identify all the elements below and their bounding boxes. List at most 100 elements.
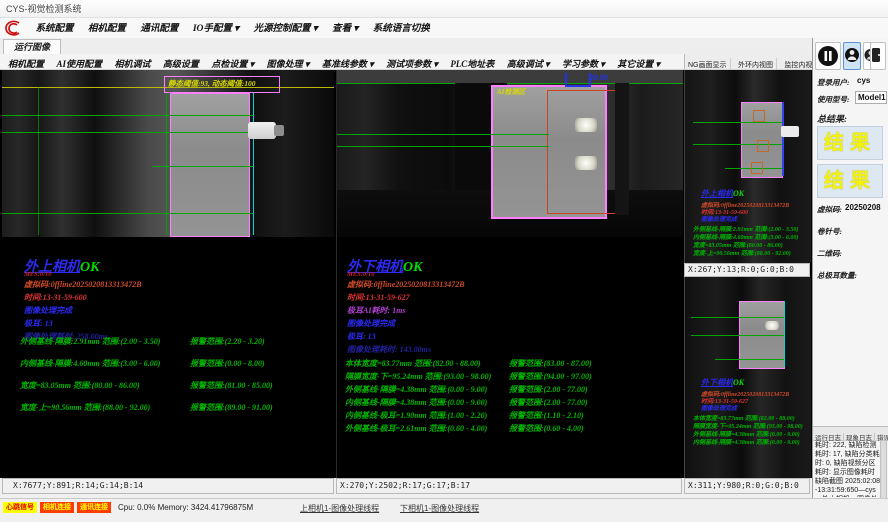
preview-view-bottom[interactable]: 外下相机OK 虚拟码:0ffline2025020813313472B 时间:1… (684, 277, 811, 478)
defect-marker-box (757, 140, 769, 152)
tool-other-settings[interactable]: 其它设置 ▾ (617, 56, 660, 70)
camera-mid-mes: MES:0/10 (347, 271, 374, 278)
login-user-value: cys (857, 76, 870, 85)
menu-language-switch[interactable]: 系统语言切换 (373, 19, 430, 39)
camera-left-time: 时间:13-31-59-600 (24, 292, 87, 303)
preview-tab-strip: NG画面显示 外环内视图 监控内视图 (684, 54, 812, 70)
result-indicator-upper: 结果 (817, 126, 883, 160)
camera-mid-proc-time: 图像处理耗时: 143.00ms (347, 344, 431, 355)
preview-bottom-measure: 内侧基线-隔膜=4.38mm 范围:(0.00 - 9.00) (693, 437, 800, 446)
preview-top-image: 外上相机OK 虚拟码:0ffline2025020813313472B 时间:1… (685, 70, 811, 263)
green-guide-line (152, 166, 253, 167)
preview-top-name: 外上相机 (701, 189, 733, 198)
thread-up-status[interactable]: 上相机1-图像处理线程 (300, 503, 379, 514)
caliper-marker (565, 73, 591, 87)
window-statusbar: 心跳信号 相机连接 通讯连接 Cpu: 0.0% Memory: 3424.41… (0, 498, 888, 517)
green-guide-line (2, 132, 253, 133)
thread-down-status[interactable]: 下相机1-图像处理线程 (400, 503, 479, 514)
tool-image-process[interactable]: 图像处理 ▾ (267, 56, 310, 70)
machine-block (252, 70, 334, 237)
preview-top-title: 外上相机OK (701, 188, 744, 199)
pin-number-label: 卷针号: (817, 226, 842, 237)
alarm-range: 报警范围:(1.10 - 2.10) (509, 410, 584, 421)
measurement-row: 内侧基线-极耳=1.90mm 范围:(1.00 - 2.20) (345, 410, 487, 421)
tool-advanced-settings[interactable]: 高级设置 (163, 56, 199, 70)
tool-learn-params[interactable]: 学习参数 ▾ (562, 56, 605, 70)
alarm-range: 报警范围:(2.20 - 3.20) (190, 336, 265, 347)
tool-advanced-debug[interactable]: 高级调试 ▾ (507, 56, 550, 70)
camera-mid-done: 图像处理完成 (347, 318, 395, 329)
ai-detect-roi-box (547, 90, 617, 214)
preview-top-measure: 宽度-上=90.56mm 范围:(88.00 - 92.00) (693, 248, 791, 257)
tool-ai-config[interactable]: AI使用配置 (56, 56, 102, 70)
model-label: 使用型号: (817, 94, 850, 105)
menu-io-config[interactable]: IO手配置 ▾ (193, 19, 239, 39)
login-user-button[interactable] (843, 42, 861, 70)
measurement-row: 宽度-上=90.56mm 范围:(88.00 - 92.00) (20, 402, 150, 413)
camera-view-left[interactable]: 静态阈值:93, 动态阈值:100 外上相机OK MES:0/10 虚拟码:0f… (2, 70, 334, 478)
pause-button[interactable] (815, 42, 841, 70)
preview-top-done: 图像处理完成 (701, 214, 737, 223)
machine-top-band (337, 70, 683, 83)
comm-status-badge: 通讯连接 (77, 502, 111, 513)
camera-mid-code: 虚拟码:0ffline2025020813313472B (347, 279, 465, 290)
model-select[interactable]: Model1 (855, 91, 887, 104)
virtual-code-label: 虚拟码: (817, 204, 842, 215)
log-scrollbar[interactable] (880, 440, 887, 500)
green-guide-line (715, 359, 784, 360)
tool-baseline-params[interactable]: 基准线参数 ▾ (322, 56, 374, 70)
preview-bottom-statusbar: X:311;Y:980;R:0;G:0;B:0 (684, 478, 810, 494)
tool-spot-check[interactable]: 点检设置 ▾ (211, 56, 254, 70)
window-title: CYS-视觉检测系统 (6, 4, 82, 14)
machine-post (615, 83, 629, 215)
blue-guide-vline (782, 102, 784, 176)
camera-left-image: 静态阈值:93, 动态阈值:100 (2, 70, 334, 237)
alarm-range: 报警范围:(94.00 - 97.00) (509, 371, 592, 382)
measurement-row: 本体宽度=83.77mm 范围:(82.00 - 88.00) (345, 358, 481, 369)
caliper-value: 20.80 (590, 73, 608, 82)
green-guide-line (337, 83, 683, 84)
camera-view-mid[interactable]: AI检测区 20.80 外下相机OK MES:0/10 虚拟码:0ffline2… (336, 70, 683, 478)
camera-mid-image: AI检测区 20.80 (337, 70, 683, 237)
app-window: CYS-视觉检测系统 系统配置 相机配置 通讯配置 IO手配置 ▾ 光源控制配置… (0, 0, 888, 522)
connector-tab (781, 126, 799, 137)
connector-tip (274, 125, 284, 136)
menu-system-config[interactable]: 系统配置 (35, 19, 73, 39)
tool-test-params[interactable]: 测试项参数 ▾ (386, 56, 438, 70)
qr-code-label: 二维码: (817, 248, 842, 259)
tool-camera-debug[interactable]: 相机调试 (114, 56, 150, 70)
menu-comm-config[interactable]: 通讯配置 (140, 19, 178, 39)
preview-top-ok: OK (733, 189, 744, 198)
camera-left-done: 图像处理完成 (24, 305, 72, 316)
camera-mid-ok-status: OK (403, 260, 422, 275)
heartbeat-status-badge: 心跳信号 (3, 502, 37, 513)
camera-mid-time: 时间:13-31-59-627 (347, 292, 410, 303)
menu-light-config[interactable]: 光源控制配置 ▾ (254, 19, 318, 39)
measurement-row: 隔膜宽度-下=95.24mm 范围:(93.00 - 98.00) (345, 371, 491, 382)
window-titlebar: CYS-视觉检测系统 (0, 0, 888, 18)
camera-left-ok-status: OK (80, 260, 99, 275)
cyan-guide-vline (784, 301, 785, 367)
reflection-glint (575, 156, 597, 170)
alarm-range: 报警范围:(83.00 - 87.00) (509, 358, 592, 369)
preview-top-statusbar: X:267;Y:13;R:0;G:0;B:0 (684, 263, 810, 277)
connector-tab (248, 122, 276, 139)
tab-run-image[interactable]: 运行图像 (3, 39, 61, 55)
green-guide-line (2, 115, 253, 116)
reflection-glint (575, 118, 597, 132)
alarm-range: 报警范围:(0.60 - 4.00) (509, 423, 584, 434)
tool-camera-config[interactable]: 相机配置 (8, 56, 44, 70)
green-guide-line (337, 146, 549, 147)
log-text[interactable]: 耗时: 222, 缺陷检测耗时: 17, 缺陷分类耗时: 0, 缺陷视频分区耗时… (815, 441, 881, 497)
camera-left-tab-count: 极耳: 13 (24, 318, 53, 329)
preview-view-top[interactable]: 外上相机OK 虚拟码:0ffline2025020813313472B 时间:1… (684, 70, 811, 263)
menu-view[interactable]: 查看 ▾ (332, 19, 358, 39)
reflection-glint (765, 321, 779, 330)
exit-button[interactable] (870, 42, 886, 70)
menu-camera-config[interactable]: 相机配置 (88, 19, 126, 39)
cyan-guide-vline (253, 93, 254, 235)
measurement-row: 外侧基线-隔膜:2.91mm 范围:(2.00 - 3.50) (20, 336, 160, 347)
tool-plc-table[interactable]: PLC地址表 (450, 56, 494, 70)
green-guide-line (337, 134, 549, 135)
right-sidebar: 登录用户: cys 使用型号: Model1 总结果: 结果 结果 虚拟码: 2… (812, 38, 888, 498)
